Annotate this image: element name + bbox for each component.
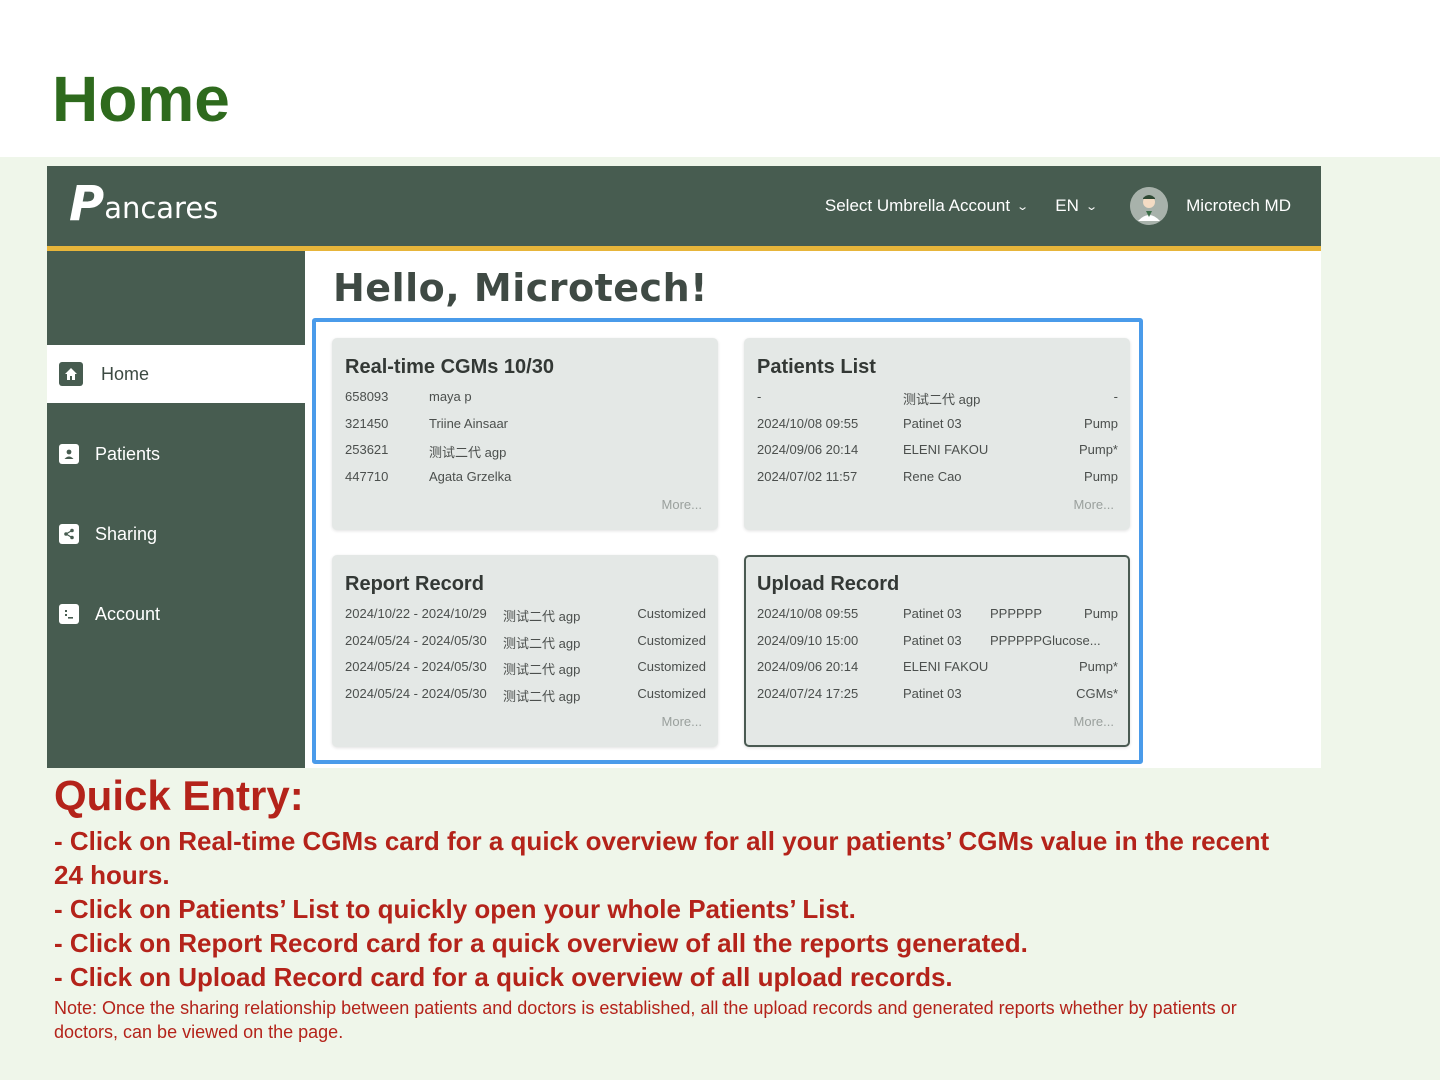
sidebar-item-label: Home: [101, 363, 150, 384]
avatar[interactable]: [1130, 187, 1169, 225]
quick-entry-highlight: [312, 318, 1143, 764]
umbrella-account-label: Select Umbrella Account: [824, 196, 1011, 215]
patient-icon: [59, 444, 79, 464]
sidebar-item-label: Sharing: [95, 523, 158, 544]
slide-title: Home: [52, 63, 230, 135]
umbrella-account-dropdown[interactable]: Select Umbrella Account ⌄: [824, 196, 1030, 216]
user-menu[interactable]: Microtech MD: [1186, 196, 1291, 216]
sidebar-item-label: Account: [95, 603, 161, 624]
top-bar: Pancares Select Umbrella Account ⌄ EN ⌄: [47, 166, 1321, 251]
home-icon: [59, 362, 83, 386]
sidebar-item-patients[interactable]: Patients: [47, 425, 305, 483]
quick-entry-caption: Quick Entry: - Click on Real-time CGMs c…: [54, 770, 1384, 1044]
sidebar-item-sharing[interactable]: Sharing: [47, 505, 305, 563]
sidebar: Home Patients Sharing Account: [47, 251, 305, 768]
sidebar-item-account[interactable]: Account: [47, 585, 305, 643]
caption-heading: Quick Entry:: [54, 772, 304, 819]
chevron-down-icon: ⌄: [1085, 200, 1098, 213]
caption-line: - Click on Patients’ List to quickly ope…: [54, 894, 856, 924]
user-name: Microtech MD: [1186, 196, 1291, 215]
logo-text: ancares: [104, 191, 219, 225]
caption-note: Note: Once the sharing relationship betw…: [54, 998, 1237, 1042]
account-icon: [59, 604, 79, 624]
logo-letter: P: [69, 176, 105, 232]
chevron-down-icon: ⌄: [1016, 200, 1030, 213]
caption-line: - Click on Upload Record card for a quic…: [54, 962, 953, 992]
sidebar-item-label: Patients: [95, 443, 161, 464]
page-greeting: Hello, Microtech!: [333, 266, 708, 310]
language-label: EN: [1055, 196, 1079, 215]
share-icon: [59, 524, 79, 544]
pancares-logo[interactable]: Pancares: [69, 180, 218, 228]
doctor-avatar-icon: [1130, 187, 1169, 225]
caption-line: - Click on Real-time CGMs card for a qui…: [54, 826, 1270, 890]
language-dropdown[interactable]: EN ⌄: [1055, 196, 1098, 216]
caption-line: - Click on Report Record card for a quic…: [54, 928, 1028, 958]
top-bar-actions: Select Umbrella Account ⌄ EN ⌄ Microtech…: [797, 166, 1291, 246]
sidebar-item-home[interactable]: Home: [47, 345, 305, 403]
